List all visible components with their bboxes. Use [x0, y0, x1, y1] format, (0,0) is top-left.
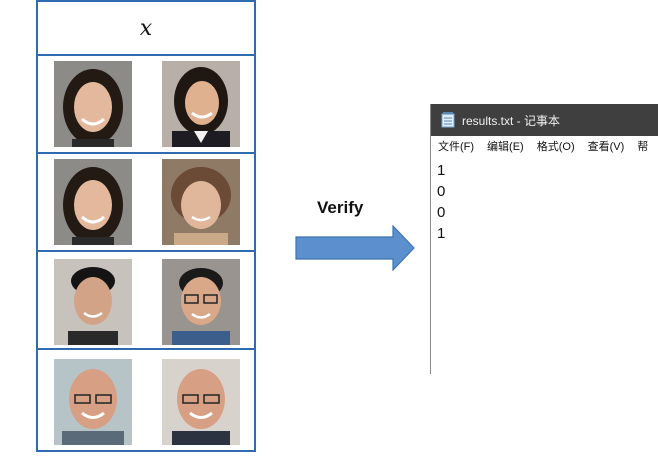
result-line: 0: [437, 204, 446, 221]
menu-view[interactable]: 查看(V): [588, 138, 625, 154]
result-line: 1: [437, 225, 446, 242]
notepad-window: results.txt - 记事本 文件(F) 编辑(E) 格式(O) 查看(V…: [430, 104, 658, 374]
face-pair-row: [38, 154, 254, 250]
face-pair-row: [38, 350, 254, 446]
table-header: x: [38, 2, 254, 56]
notepad-icon: [441, 112, 455, 128]
face-photo-right: [162, 259, 240, 345]
menu-file[interactable]: 文件(F): [438, 138, 474, 154]
face-pair-row: [38, 56, 254, 152]
result-line: 1: [437, 162, 446, 179]
face-photo-left: [54, 359, 132, 445]
face-photo-left: [54, 259, 132, 345]
face-photo-left: [54, 159, 132, 245]
header-variable: x: [139, 15, 153, 41]
menu-help[interactable]: 帮: [637, 138, 648, 154]
result-line: 0: [437, 183, 446, 200]
window-title: results.txt - 记事本: [462, 113, 561, 128]
right-arrow-icon: [295, 225, 415, 271]
face-pair-row: [38, 252, 254, 348]
menu-bar: 文件(F) 编辑(E) 格式(O) 查看(V) 帮: [431, 136, 658, 156]
face-pairs-table: x: [36, 0, 256, 452]
notepad-titlebar[interactable]: results.txt - 记事本: [431, 104, 658, 136]
face-photo-right: [162, 359, 240, 445]
face-photo-right: [162, 61, 240, 147]
menu-edit[interactable]: 编辑(E): [487, 138, 524, 154]
text-area[interactable]: 1 0 0 1: [437, 160, 445, 244]
face-photo-right: [162, 159, 240, 245]
face-photo-left: [54, 61, 132, 147]
menu-format[interactable]: 格式(O): [537, 138, 575, 154]
verify-label: Verify: [317, 198, 364, 217]
